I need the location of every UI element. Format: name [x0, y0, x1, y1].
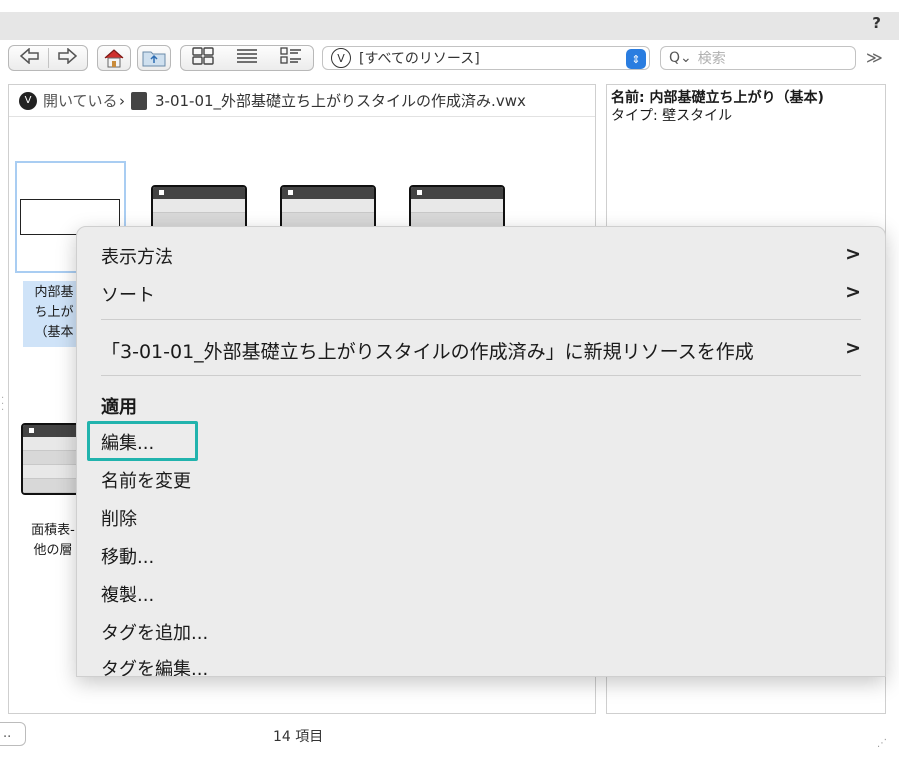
resource-type-info: タイプ: 壁スタイル — [611, 108, 733, 124]
list-view-icon[interactable] — [236, 47, 258, 69]
detail-view-icon[interactable] — [280, 47, 302, 69]
home-icon — [104, 49, 124, 68]
vectorworks-icon: V — [19, 91, 37, 110]
context-menu: 表示方法 > ソート > 「3-01-01_外部基礎立ち上がりスタイルの作成済み… — [76, 226, 886, 677]
resource-select-value: [すべてのリソース] — [359, 51, 480, 67]
vectorworks-circle-icon: V — [331, 48, 351, 68]
menu-item-sort[interactable]: ソート — [101, 281, 155, 307]
search-icon: Q⌄ — [669, 50, 692, 66]
vwx-file-icon — [131, 91, 147, 110]
breadcrumb-root[interactable]: 開いている — [43, 90, 117, 111]
select-stepper-icon[interactable]: ⇕ — [626, 49, 646, 69]
breadcrumb: V 開いている › 3-01-01_外部基礎立ち上がりスタイルの作成済み.vwx — [9, 85, 595, 117]
menu-item-move[interactable]: 移動... — [101, 543, 154, 569]
menu-item-edit[interactable]: 編集... — [101, 429, 154, 455]
menu-item-delete[interactable]: 削除 — [101, 505, 137, 531]
back-arrow-icon[interactable] — [12, 47, 49, 68]
search-input[interactable]: Q⌄ 検索 — [660, 46, 856, 70]
menu-item-add-tag[interactable]: タグを追加... — [101, 619, 208, 645]
resource-label[interactable]: 面積表- 他の層 — [23, 521, 83, 561]
submenu-chevron-icon: > — [845, 337, 861, 359]
history-nav-group — [8, 45, 88, 71]
menu-item-view[interactable]: 表示方法 — [101, 243, 173, 269]
folder-up-icon — [142, 51, 166, 67]
menu-item-apply[interactable]: 適用 — [101, 393, 137, 419]
title-bar — [0, 12, 899, 40]
forward-arrow-icon[interactable] — [49, 47, 85, 68]
menu-item-rename[interactable]: 名前を変更 — [101, 467, 191, 493]
resource-name-info: 名前: 内部基礎立ち上がり（基本) — [611, 90, 824, 106]
menu-item-edit-tag[interactable]: タグを編集... — [101, 655, 208, 676]
folder-up-button[interactable] — [137, 45, 171, 71]
resource-type-select[interactable]: V [すべてのリソース] — [322, 46, 650, 70]
grid-view-icon[interactable] — [192, 47, 214, 69]
menu-item-new-resource[interactable]: 「3-01-01_外部基礎立ち上がりスタイルの作成済み」に新規リソースを作成 — [101, 337, 754, 364]
submenu-chevron-icon: > — [845, 243, 861, 265]
toolbar-more-icon[interactable]: ≫ — [866, 48, 883, 67]
help-button[interactable]: ? — [872, 14, 881, 32]
home-button[interactable] — [97, 45, 131, 71]
breadcrumb-file[interactable]: 3-01-01_外部基礎立ち上がりスタイルの作成済み.vwx — [155, 90, 526, 111]
status-left-control[interactable]: .. — [0, 722, 26, 746]
resize-grip-icon[interactable]: ⋰ — [877, 738, 887, 749]
view-mode-group — [180, 45, 314, 71]
pane-splitter-handle[interactable]: · · · — [1, 394, 4, 416]
submenu-chevron-icon: > — [845, 281, 861, 303]
search-placeholder: 検索 — [697, 51, 726, 67]
menu-separator — [101, 375, 861, 376]
menu-separator — [101, 319, 861, 320]
breadcrumb-separator: › — [119, 91, 125, 110]
item-count: 14 項目 — [273, 729, 324, 745]
menu-item-duplicate[interactable]: 複製... — [101, 581, 154, 607]
